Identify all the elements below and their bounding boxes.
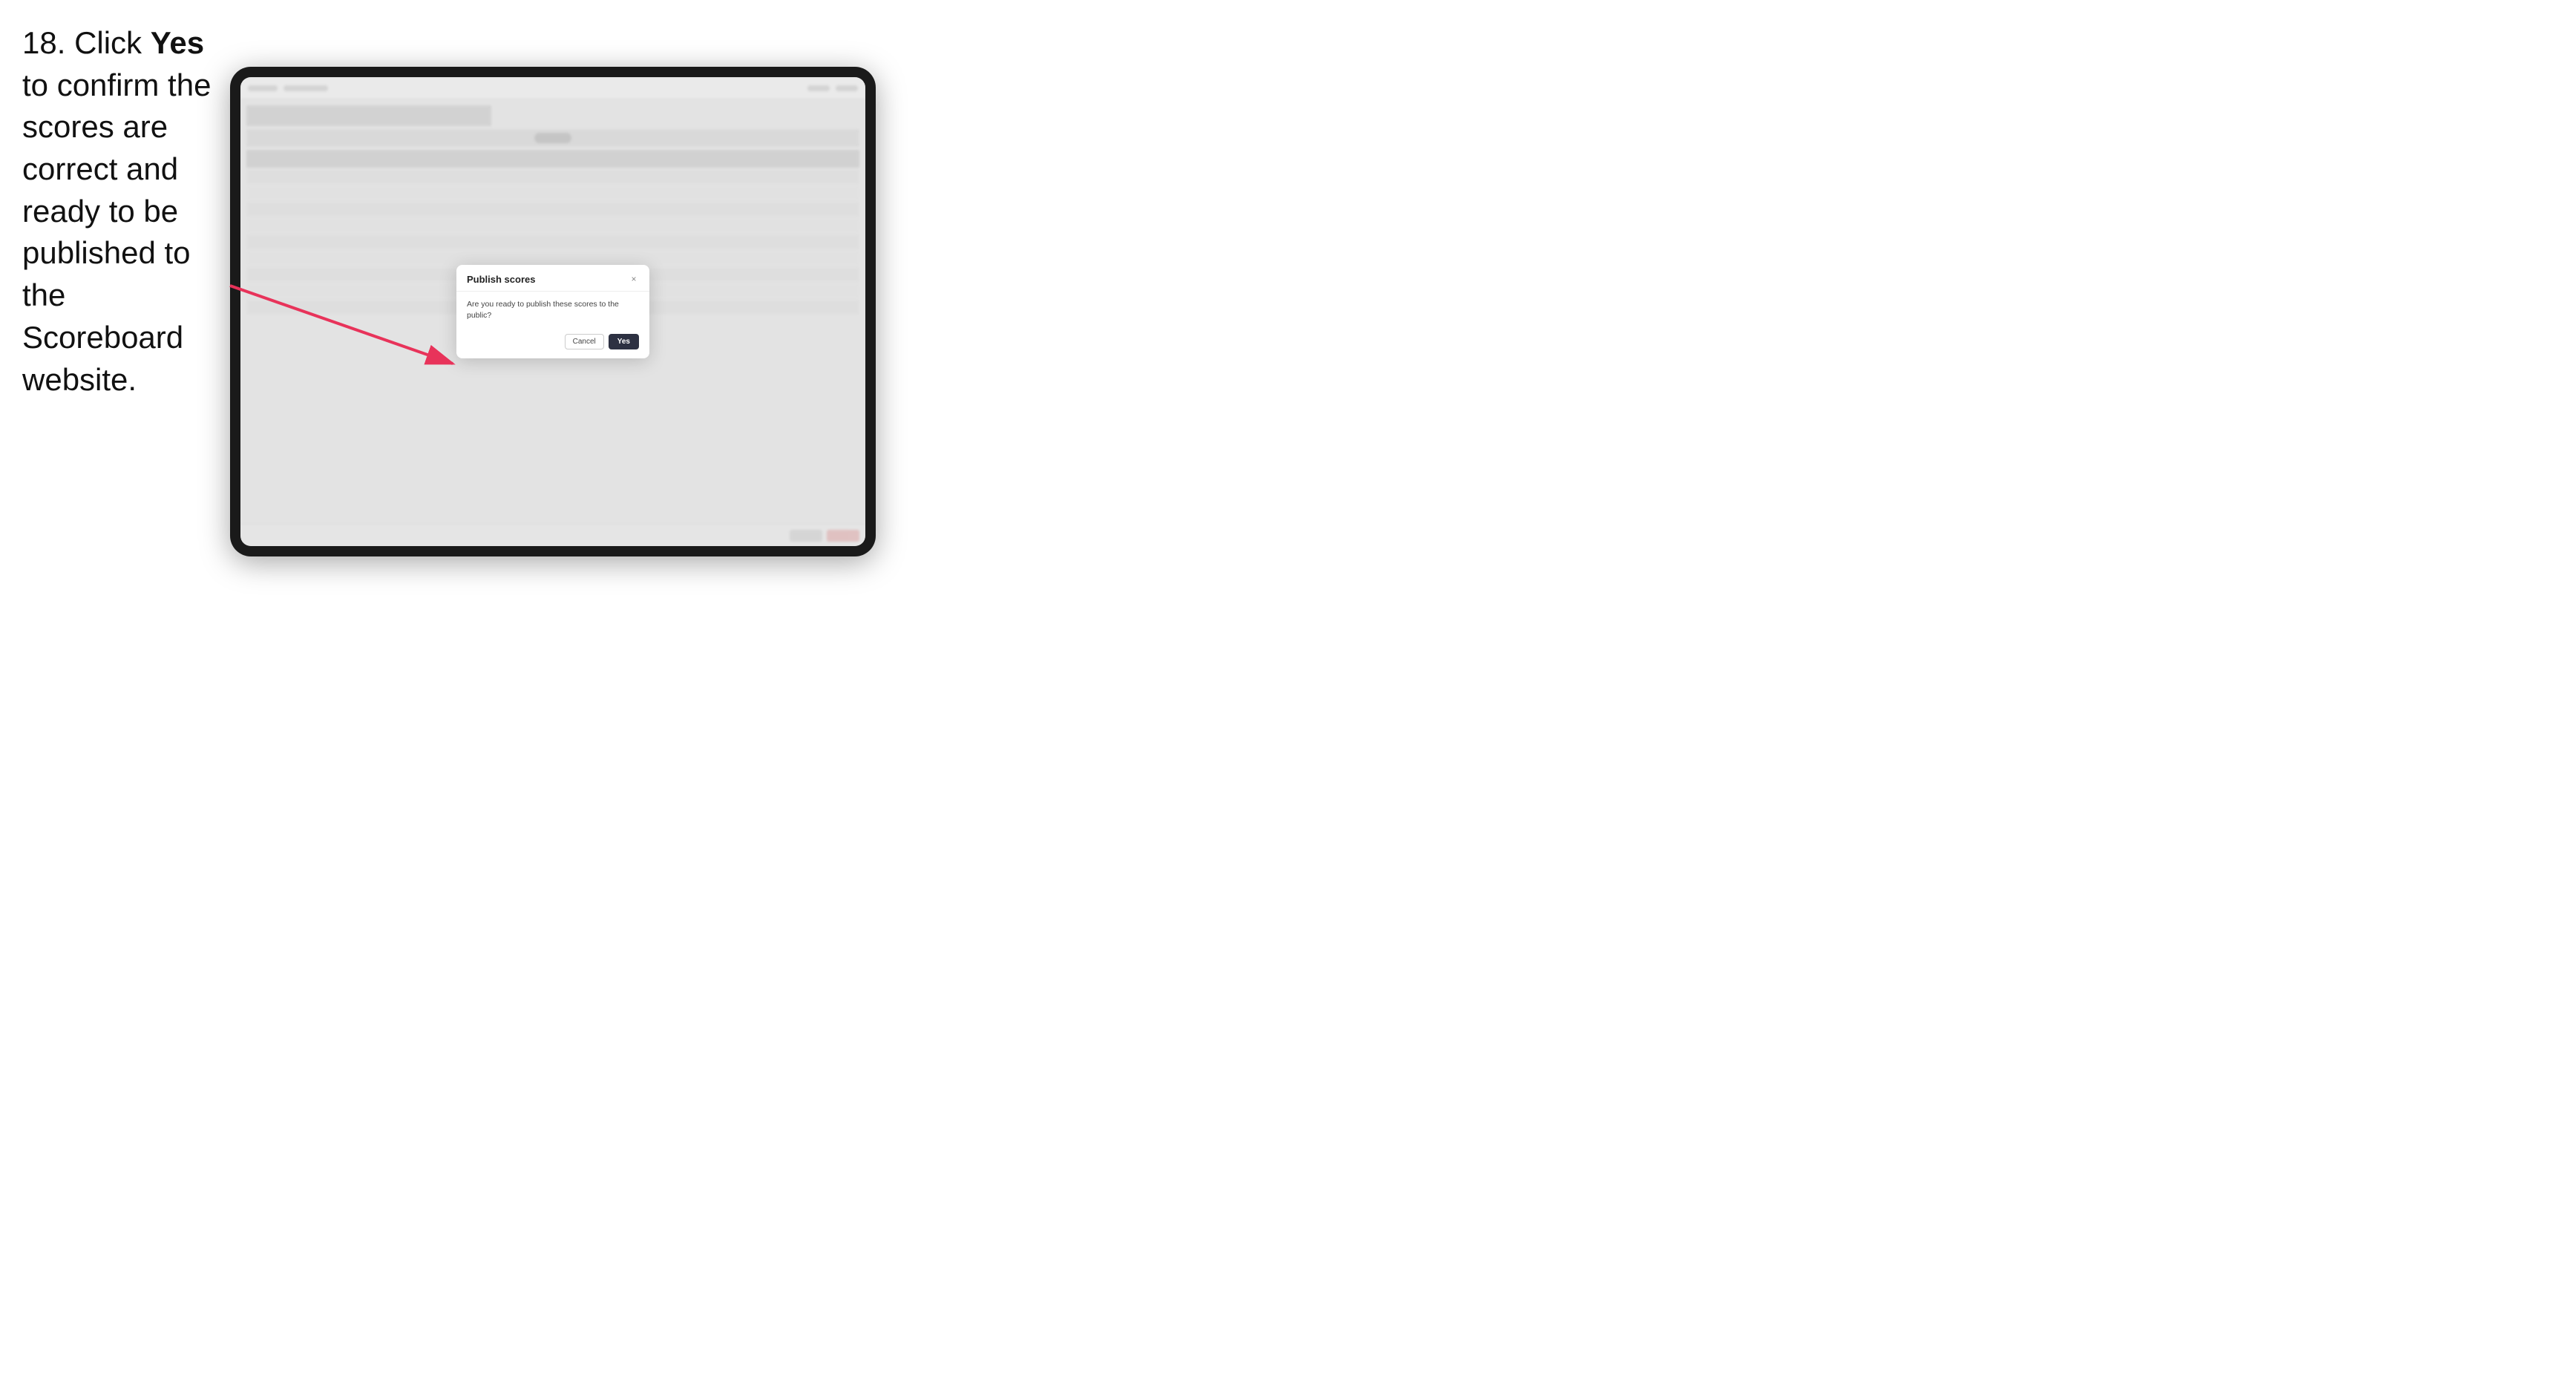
modal-footer: Cancel Yes [456,329,649,358]
modal-body: Are you ready to publish these scores to… [456,292,649,329]
instruction-prefix: Click [74,25,151,60]
yes-button[interactable]: Yes [609,334,639,349]
modal-overlay: Publish scores × Are you ready to publis… [240,77,865,546]
modal-title: Publish scores [467,274,535,285]
modal-header: Publish scores × [456,265,649,292]
tablet-screen: Publish scores × Are you ready to publis… [240,77,865,546]
modal-message: Are you ready to publish these scores to… [467,299,639,321]
publish-scores-modal: Publish scores × Are you ready to publis… [456,265,649,358]
tablet-device: Publish scores × Are you ready to publis… [230,67,876,556]
instruction-text: 18. Click Yes to confirm the scores are … [22,22,230,401]
modal-close-button[interactable]: × [629,274,639,284]
instruction-suffix: to confirm the scores are correct and re… [22,68,211,397]
step-number: 18. [22,25,65,60]
instruction-bold: Yes [151,25,204,60]
cancel-button[interactable]: Cancel [565,334,604,349]
